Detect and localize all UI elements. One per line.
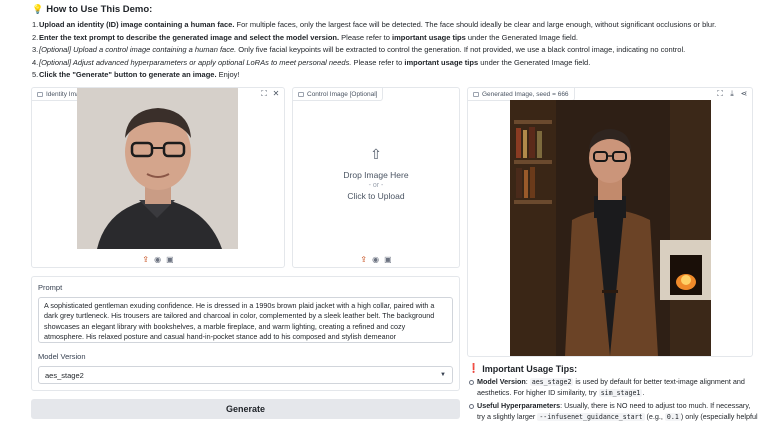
step-bold: important usage tips	[404, 57, 479, 67]
download-icon[interactable]: ⤓	[728, 90, 736, 98]
click-upload-text[interactable]: Click to Upload	[293, 190, 459, 202]
generated-image-panel: Generated Image, seed = 666 ⛶ ⤓ ⋖	[467, 87, 753, 357]
step-text: Enjoy!	[216, 70, 240, 79]
tip-bold: Useful Hyperparameters	[477, 401, 561, 410]
upload-icon[interactable]: ⇪	[360, 255, 367, 264]
webcam-icon[interactable]: ◉	[372, 255, 379, 264]
step-italic: [Optional] Upload a control image contai…	[39, 45, 237, 54]
tip-text: .	[642, 387, 645, 397]
upload-icon[interactable]: ⇪	[142, 255, 149, 264]
control-image-label: Control Image [Optional]	[293, 88, 384, 101]
tip-text: ) only (especially helpful	[680, 411, 758, 421]
image-icon	[473, 91, 479, 97]
drop-image-text: Drop Image Here	[343, 170, 409, 180]
usage-tips: ❗ Important Usage Tips: Model Version: a…	[468, 363, 758, 425]
settings-block: Prompt A sophisticated gentleman exuding…	[31, 276, 460, 391]
tip-item: Model Version: aes_stage2 is used by def…	[468, 377, 758, 398]
step-bold: Upload an identity (ID) image containing…	[39, 20, 235, 29]
tip-bold: Model Version	[477, 377, 526, 386]
model-version-label: Model Version	[38, 352, 86, 361]
howto-step-4: 4.[Optional] Adjust advanced hyperparame…	[32, 57, 772, 70]
howto-step-1: 1.Upload an identity (ID) image containi…	[32, 19, 772, 32]
image-icon	[298, 91, 304, 97]
upload-icon: ⇧	[370, 146, 382, 162]
generated-portrait	[510, 100, 711, 356]
tip-code: sim_stage1	[598, 388, 643, 397]
control-image-panel[interactable]: Control Image [Optional] ⇧ Drop Image He…	[292, 87, 460, 268]
step-bold: important usage tips	[392, 32, 466, 42]
step-number: 1.	[32, 20, 39, 29]
exclamation-icon: ❗	[468, 363, 480, 373]
step-number: 4.	[32, 57, 39, 67]
control-source-icons: ⇪ ◉ ▣	[293, 255, 459, 264]
identity-image-toolbar: ⛶ ✕	[260, 90, 280, 98]
clipboard-icon[interactable]: ▣	[384, 255, 392, 264]
howto-step-5: 5.Click the "Generate" button to generat…	[32, 69, 772, 82]
usage-tips-title: Important Usage Tips:	[482, 363, 578, 374]
prompt-input[interactable]: A sophisticated gentleman exuding confid…	[38, 297, 453, 343]
step-text: Only five facial keypoints will be extra…	[236, 45, 686, 54]
step-number: 2.	[32, 32, 39, 42]
close-icon[interactable]: ✕	[272, 90, 280, 98]
prompt-label: Prompt	[38, 283, 63, 292]
generated-image-toolbar: ⛶ ⤓ ⋖	[716, 90, 748, 98]
chevron-down-icon: ▼	[440, 372, 446, 378]
step-text: Please refer to	[351, 57, 405, 67]
lightbulb-icon: 💡	[32, 4, 44, 14]
howto-heading: 💡 How to Use This Demo:	[32, 4, 772, 15]
clipboard-icon[interactable]: ▣	[166, 255, 174, 264]
identity-photo	[77, 88, 238, 249]
howto-step-3: 3.[Optional] Upload a control image cont…	[32, 44, 772, 57]
tip-code: 0.1	[664, 412, 681, 421]
usage-tips-heading: ❗ Important Usage Tips:	[468, 363, 758, 374]
tip-code: --infusenet_guidance_start	[537, 412, 645, 421]
image-icon	[37, 91, 43, 97]
or-text: - or -	[368, 182, 384, 189]
tip-text: (e.g.,	[644, 411, 665, 421]
generated-photo	[510, 100, 711, 356]
step-number: 3.	[32, 45, 39, 54]
step-text: Please refer to	[339, 32, 393, 42]
identity-source-icons: ⇪ ◉ ▣	[32, 255, 284, 264]
share-icon[interactable]: ⋖	[740, 90, 748, 98]
usage-tips-list: Model Version: aes_stage2 is used by def…	[468, 377, 758, 422]
step-text: For multiple faces, only the largest fac…	[234, 20, 717, 29]
generate-button[interactable]: Generate	[31, 399, 460, 419]
fullscreen-icon[interactable]: ⛶	[716, 90, 724, 98]
howto-step-2: 2.Enter the text prompt to describe the …	[32, 32, 772, 45]
step-italic: [Optional] Adjust advanced hyperparamete…	[39, 57, 352, 67]
step-number: 5.	[32, 70, 39, 79]
model-version-select[interactable]: aes_stage2 ▼	[38, 366, 453, 384]
howto-steps: 1.Upload an identity (ID) image containi…	[32, 19, 772, 82]
step-bold: Enter the text prompt to describe the ge…	[39, 32, 340, 42]
identity-portrait	[77, 88, 238, 249]
step-text: under the Generated Image field.	[465, 32, 578, 42]
howto-title: How to Use This Demo:	[46, 4, 153, 15]
webcam-icon[interactable]: ◉	[154, 255, 161, 264]
step-bold: Click the "Generate" button to generate …	[39, 70, 217, 79]
step-text: under the Generated Image field.	[478, 57, 591, 67]
control-dropzone[interactable]: ⇧ Drop Image Here - or - Click to Upload	[293, 146, 459, 202]
fullscreen-icon[interactable]: ⛶	[260, 90, 268, 98]
tip-item: Useful Hyperparameters: Usually, there i…	[468, 401, 758, 422]
model-version-value: aes_stage2	[45, 370, 84, 380]
identity-image-panel[interactable]: Identity Image ⛶ ✕ ⇪ ◉ ▣	[31, 87, 285, 268]
control-image-label-text: Control Image [Optional]	[307, 90, 378, 98]
tip-code: aes_stage2	[529, 378, 574, 386]
howto-section: 💡 How to Use This Demo: 1.Upload an iden…	[32, 4, 772, 82]
generated-image-label-text: Generated Image, seed = 666	[482, 90, 569, 98]
